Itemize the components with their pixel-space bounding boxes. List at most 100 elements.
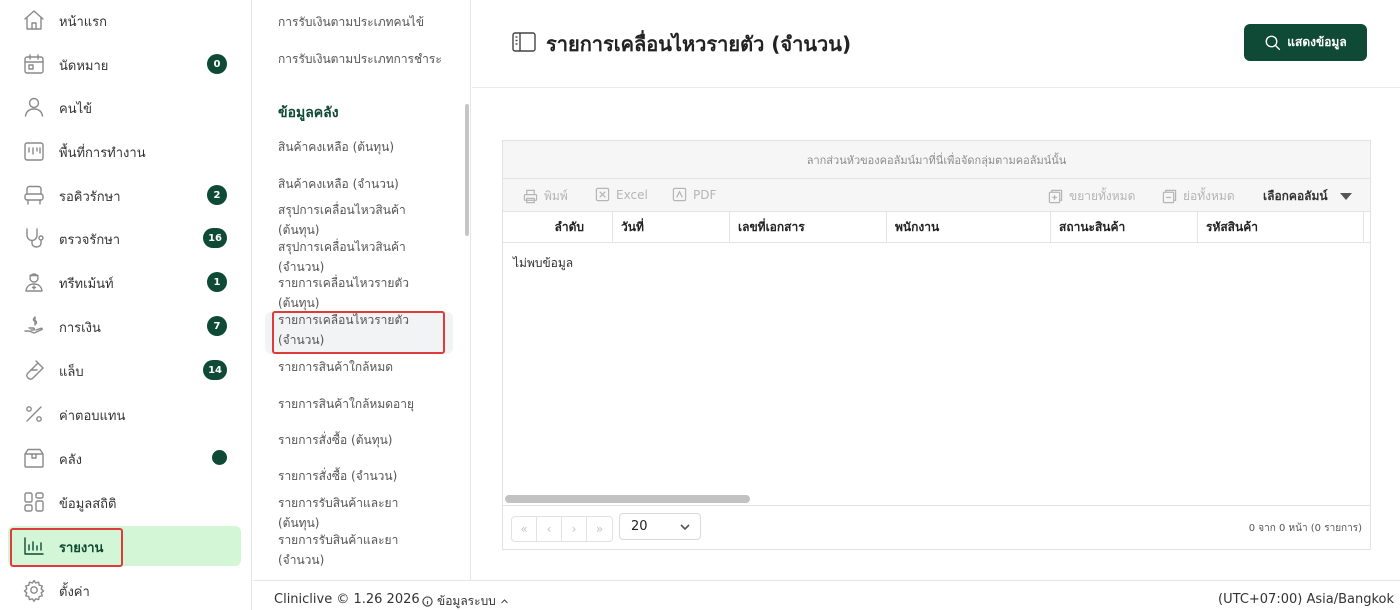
show-data-button[interactable]: แสดงข้อมูล xyxy=(1244,24,1367,61)
submenu-heading: ข้อมูลคลัง xyxy=(278,105,339,121)
submenu-scrollbar[interactable] xyxy=(465,104,469,236)
page-header: รายการเคลื่อนไหวรายตัว (จำนวน) แสดงข้อมู… xyxy=(472,0,1400,88)
submenu-item[interactable]: รายการสินค้าใกล้หมด xyxy=(278,357,458,377)
chevron-up-icon xyxy=(500,599,508,604)
main-sidebar: หน้าแรก นัดหมาย 0 คนไข้ พื้นที่การทำงาน … xyxy=(0,0,252,610)
column-header[interactable]: ลำดับ xyxy=(503,212,613,242)
export-excel-button[interactable]: Excel xyxy=(595,187,648,202)
submenu-item[interactable]: รายการรับสินค้าและยา (ต้นทุน) xyxy=(278,493,428,533)
nav-item-settings[interactable]: ตั้งค่า xyxy=(8,570,241,610)
expand-all-button[interactable]: ขยายทั้งหมด xyxy=(1048,187,1135,206)
count-badge: 16 xyxy=(203,228,227,248)
nav-item-examination[interactable]: ตรวจรักษา 16 xyxy=(8,218,241,258)
box-icon xyxy=(22,446,46,470)
export-pdf-button[interactable]: PDF xyxy=(672,187,716,202)
excel-icon xyxy=(595,187,610,202)
print-button[interactable]: พิมพ์ xyxy=(523,187,568,206)
main-content: รายการเคลื่อนไหวรายตัว (จำนวน) แสดงข้อมู… xyxy=(472,0,1400,580)
submenu-item[interactable]: รายการรับสินค้าและยา (จำนวน) xyxy=(278,530,428,570)
submenu-item[interactable]: รายการสั่งซื้อ (จำนวน) xyxy=(278,466,458,486)
count-badge: 1 xyxy=(207,272,227,292)
column-chooser-label: เลือกคอลัมน์ xyxy=(1263,189,1328,203)
dashboard-icon xyxy=(22,490,46,514)
nav-item-label: คนไข้ xyxy=(59,102,93,117)
group-panel[interactable]: ลากส่วนหัวของคอลัมน์มาที่นี่เพื่อจัดกลุ่… xyxy=(503,141,1370,179)
nav-item-label: นัดหมาย xyxy=(59,59,109,74)
nav-item-label: ตั้งค่า xyxy=(59,585,90,600)
nav-item-lab[interactable]: แล็บ 14 xyxy=(8,350,241,390)
dental-chair-icon xyxy=(22,183,46,207)
copyright: Cliniclive © 1.26 2026 xyxy=(274,592,420,607)
book-icon xyxy=(512,32,536,52)
first-page-button[interactable]: « xyxy=(512,517,537,541)
caret-down-icon xyxy=(1339,193,1352,200)
page-size-select[interactable]: 20 xyxy=(619,513,701,540)
submenu-item[interactable]: สินค้าคงเหลือ (ต้นทุน) xyxy=(278,137,458,157)
nav-item-reports[interactable]: รายงาน xyxy=(8,526,241,566)
submenu-item[interactable]: สินค้าคงเหลือ (จำนวน) xyxy=(278,174,458,194)
gear-icon xyxy=(22,578,46,602)
nav-item-label: หน้าแรก xyxy=(59,15,107,30)
empty-message: ไม่พบข้อมูล xyxy=(513,256,574,270)
page-navigation: « ‹ › » xyxy=(511,516,613,542)
system-info-label: ข้อมูลระบบ xyxy=(437,594,496,608)
page-title: รายการเคลื่อนไหวรายตัว (จำนวน) xyxy=(546,32,852,56)
horizontal-scrollbar[interactable] xyxy=(505,495,750,503)
payment-icon xyxy=(22,314,46,338)
nav-item-compensation[interactable]: ค่าตอบแทน xyxy=(8,394,241,434)
expand-all-label: ขยายทั้งหมด xyxy=(1069,189,1136,203)
pdf-label: PDF xyxy=(693,187,717,202)
nav-item-patients[interactable]: คนไข้ xyxy=(8,87,241,127)
submenu-item[interactable]: การรับเงินตามประเภทการชำระ xyxy=(278,49,458,69)
submenu-item-active[interactable]: รายการเคลื่อนไหวรายตัว (จำนวน) xyxy=(278,310,438,350)
nav-item-label: การเงิน xyxy=(59,321,101,336)
column-header[interactable]: พนักงาน xyxy=(887,212,1051,242)
collapse-all-button[interactable]: ย่อทั้งหมด xyxy=(1162,187,1235,206)
system-info-link[interactable]: ข้อมูลระบบ xyxy=(422,592,509,610)
stethoscope-icon xyxy=(22,226,46,250)
pager-info: 0 จาก 0 หน้า (0 รายการ) xyxy=(1248,523,1362,534)
excel-label: Excel xyxy=(616,187,648,202)
nav-item-statistics[interactable]: ข้อมูลสถิติ xyxy=(8,482,241,522)
search-icon xyxy=(1265,35,1281,50)
column-header[interactable]: สถานะสินค้า xyxy=(1051,212,1198,242)
column-header[interactable]: รหัสสินค้า xyxy=(1198,212,1364,242)
collapse-all-label: ย่อทั้งหมด xyxy=(1183,189,1235,203)
submenu-item[interactable]: รายการสั่งซื้อ (ต้นทุน) xyxy=(278,430,458,450)
submenu-item[interactable]: สรุปการเคลื่อนไหวสินค้า (ต้นทุน) xyxy=(278,200,428,240)
prev-page-button[interactable]: ‹ xyxy=(537,517,562,541)
count-badge: 0 xyxy=(207,54,227,74)
submenu-item[interactable]: สรุปการเคลื่อนไหวสินค้า (จำนวน) xyxy=(278,237,428,277)
column-chooser-button[interactable]: เลือกคอลัมน์ xyxy=(1263,187,1352,206)
submenu-item[interactable]: รายการเคลื่อนไหวรายตัว (ต้นทุน) xyxy=(278,273,428,313)
nav-item-finance[interactable]: การเงิน 7 xyxy=(8,306,241,346)
table-header: ลำดับ วันที่ เลขที่เอกสาร พนักงาน สถานะส… xyxy=(503,211,1370,243)
nav-item-appointments[interactable]: นัดหมาย 0 xyxy=(8,44,241,84)
submenu-item[interactable]: การรับเงินตามประเภทคนไข้ xyxy=(278,12,458,32)
status-dot xyxy=(212,450,227,465)
nav-item-inventory[interactable]: คลัง xyxy=(8,438,241,478)
app: หน้าแรก นัดหมาย 0 คนไข้ พื้นที่การทำงาน … xyxy=(0,0,1400,610)
column-header[interactable]: วันที่ xyxy=(613,212,730,242)
collapse-icon xyxy=(1162,189,1177,204)
nav-item-treatment[interactable]: ทรีทเม้นท์ 1 xyxy=(8,262,241,302)
nav-item-home[interactable]: หน้าแรก xyxy=(8,0,241,40)
nav-item-waiting-queue[interactable]: รอคิวรักษา 2 xyxy=(8,175,241,215)
submenu-item[interactable]: รายการสินค้าใกล้หมดอายุ xyxy=(278,394,458,414)
home-icon xyxy=(22,8,46,32)
column-header[interactable]: เลขที่เอกสาร xyxy=(730,212,887,242)
expand-icon xyxy=(1048,189,1063,204)
info-icon xyxy=(422,596,433,607)
nav-item-label: พื้นที่การทำงาน xyxy=(59,146,146,161)
nav-item-label: ทรีทเม้นท์ xyxy=(59,277,114,292)
group-panel-hint: ลากส่วนหัวของคอลัมน์มาที่นี่เพื่อจัดกลุ่… xyxy=(806,153,1067,167)
doctor-icon xyxy=(22,270,46,294)
last-page-button[interactable]: » xyxy=(587,517,612,541)
nav-item-label: ค่าตอบแทน xyxy=(59,409,126,424)
nav-item-label: แล็บ xyxy=(59,365,84,380)
next-page-button[interactable]: › xyxy=(562,517,587,541)
nav-item-workspace[interactable]: พื้นที่การทำงาน xyxy=(8,131,241,171)
percent-icon xyxy=(22,402,46,426)
user-icon xyxy=(22,95,46,119)
report-submenu: การรับเงินตามประเภทคนไข้ การรับเงินตามปร… xyxy=(253,0,471,580)
